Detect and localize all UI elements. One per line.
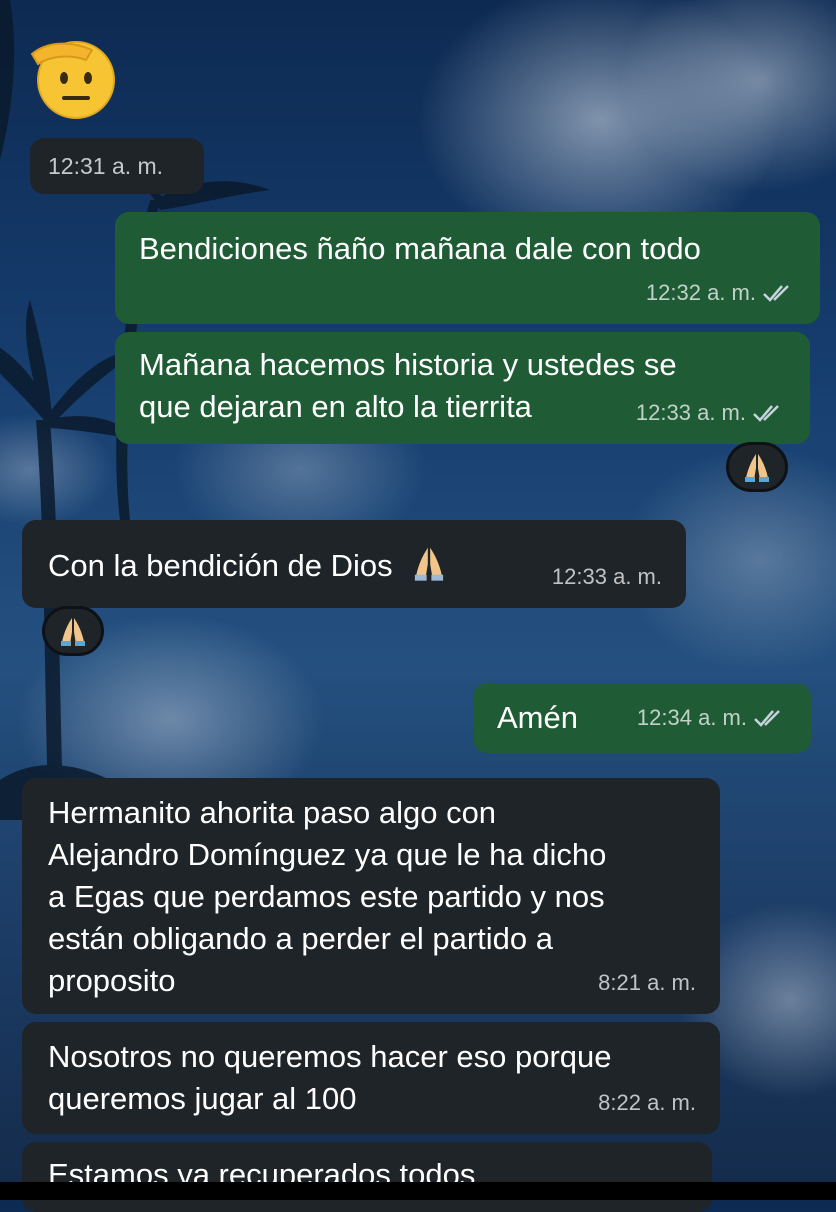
outgoing-message[interactable]: Mañana hacemos historia y ustedes se que… bbox=[115, 332, 810, 444]
double-check-icon bbox=[763, 285, 789, 302]
message-reaction[interactable] bbox=[42, 606, 104, 656]
message-meta: 12:33 a. m. bbox=[552, 556, 662, 598]
message-time: 12:33 a. m. bbox=[635, 400, 746, 425]
message-reaction[interactable] bbox=[726, 442, 788, 492]
incoming-message[interactable]: Con la bendición de Dios 12:33 a. m. bbox=[22, 520, 686, 608]
message-timestamp: 12:31 a. m. bbox=[30, 138, 204, 194]
message-meta: 12:33 a. m. bbox=[636, 392, 786, 434]
folded-hands-icon bbox=[745, 454, 769, 482]
message-text: Bendiciones ñaño mañana dale con todo bbox=[139, 231, 701, 266]
folded-hands-icon bbox=[415, 547, 444, 581]
message-time: 12:34 a. m. bbox=[636, 705, 747, 730]
folded-hands-icon bbox=[61, 618, 85, 646]
message-time: 12:33 a. m. bbox=[551, 564, 662, 589]
incoming-message[interactable]: Nosotros no queremos hacer eso porque qu… bbox=[22, 1022, 720, 1134]
message-time: 8:22 a. m. bbox=[598, 1090, 696, 1115]
saluting-face-icon bbox=[30, 41, 115, 119]
outgoing-message[interactable]: Bendiciones ñaño mañana dale con todo 12… bbox=[115, 212, 820, 324]
message-time: 8:21 a. m. bbox=[598, 970, 696, 995]
message-meta: 12:32 a. m. bbox=[646, 272, 796, 314]
message-meta: 12:34 a. m. bbox=[637, 697, 787, 739]
message-text: Hermanito ahorita paso algo con Alejandr… bbox=[48, 795, 607, 998]
message-text: Con la bendición de Dios bbox=[48, 548, 393, 583]
screen-bottom-edge bbox=[0, 1182, 836, 1200]
double-check-icon bbox=[754, 710, 780, 727]
message-meta: 8:22 a. m. bbox=[598, 1082, 696, 1124]
message-meta: 8:21 a. m. bbox=[598, 962, 696, 1004]
outgoing-message[interactable]: Amén 12:34 a. m. bbox=[473, 683, 811, 753]
message-time: 12:32 a. m. bbox=[645, 280, 756, 305]
incoming-message[interactable]: Hermanito ahorita paso algo con Alejandr… bbox=[22, 778, 720, 1014]
double-check-icon bbox=[753, 405, 779, 422]
incoming-message[interactable]: Estamos ya recuperados todos bbox=[22, 1142, 712, 1212]
message-text: Nosotros no queremos hacer eso porque qu… bbox=[48, 1039, 612, 1116]
message-text: Amén bbox=[497, 700, 578, 735]
